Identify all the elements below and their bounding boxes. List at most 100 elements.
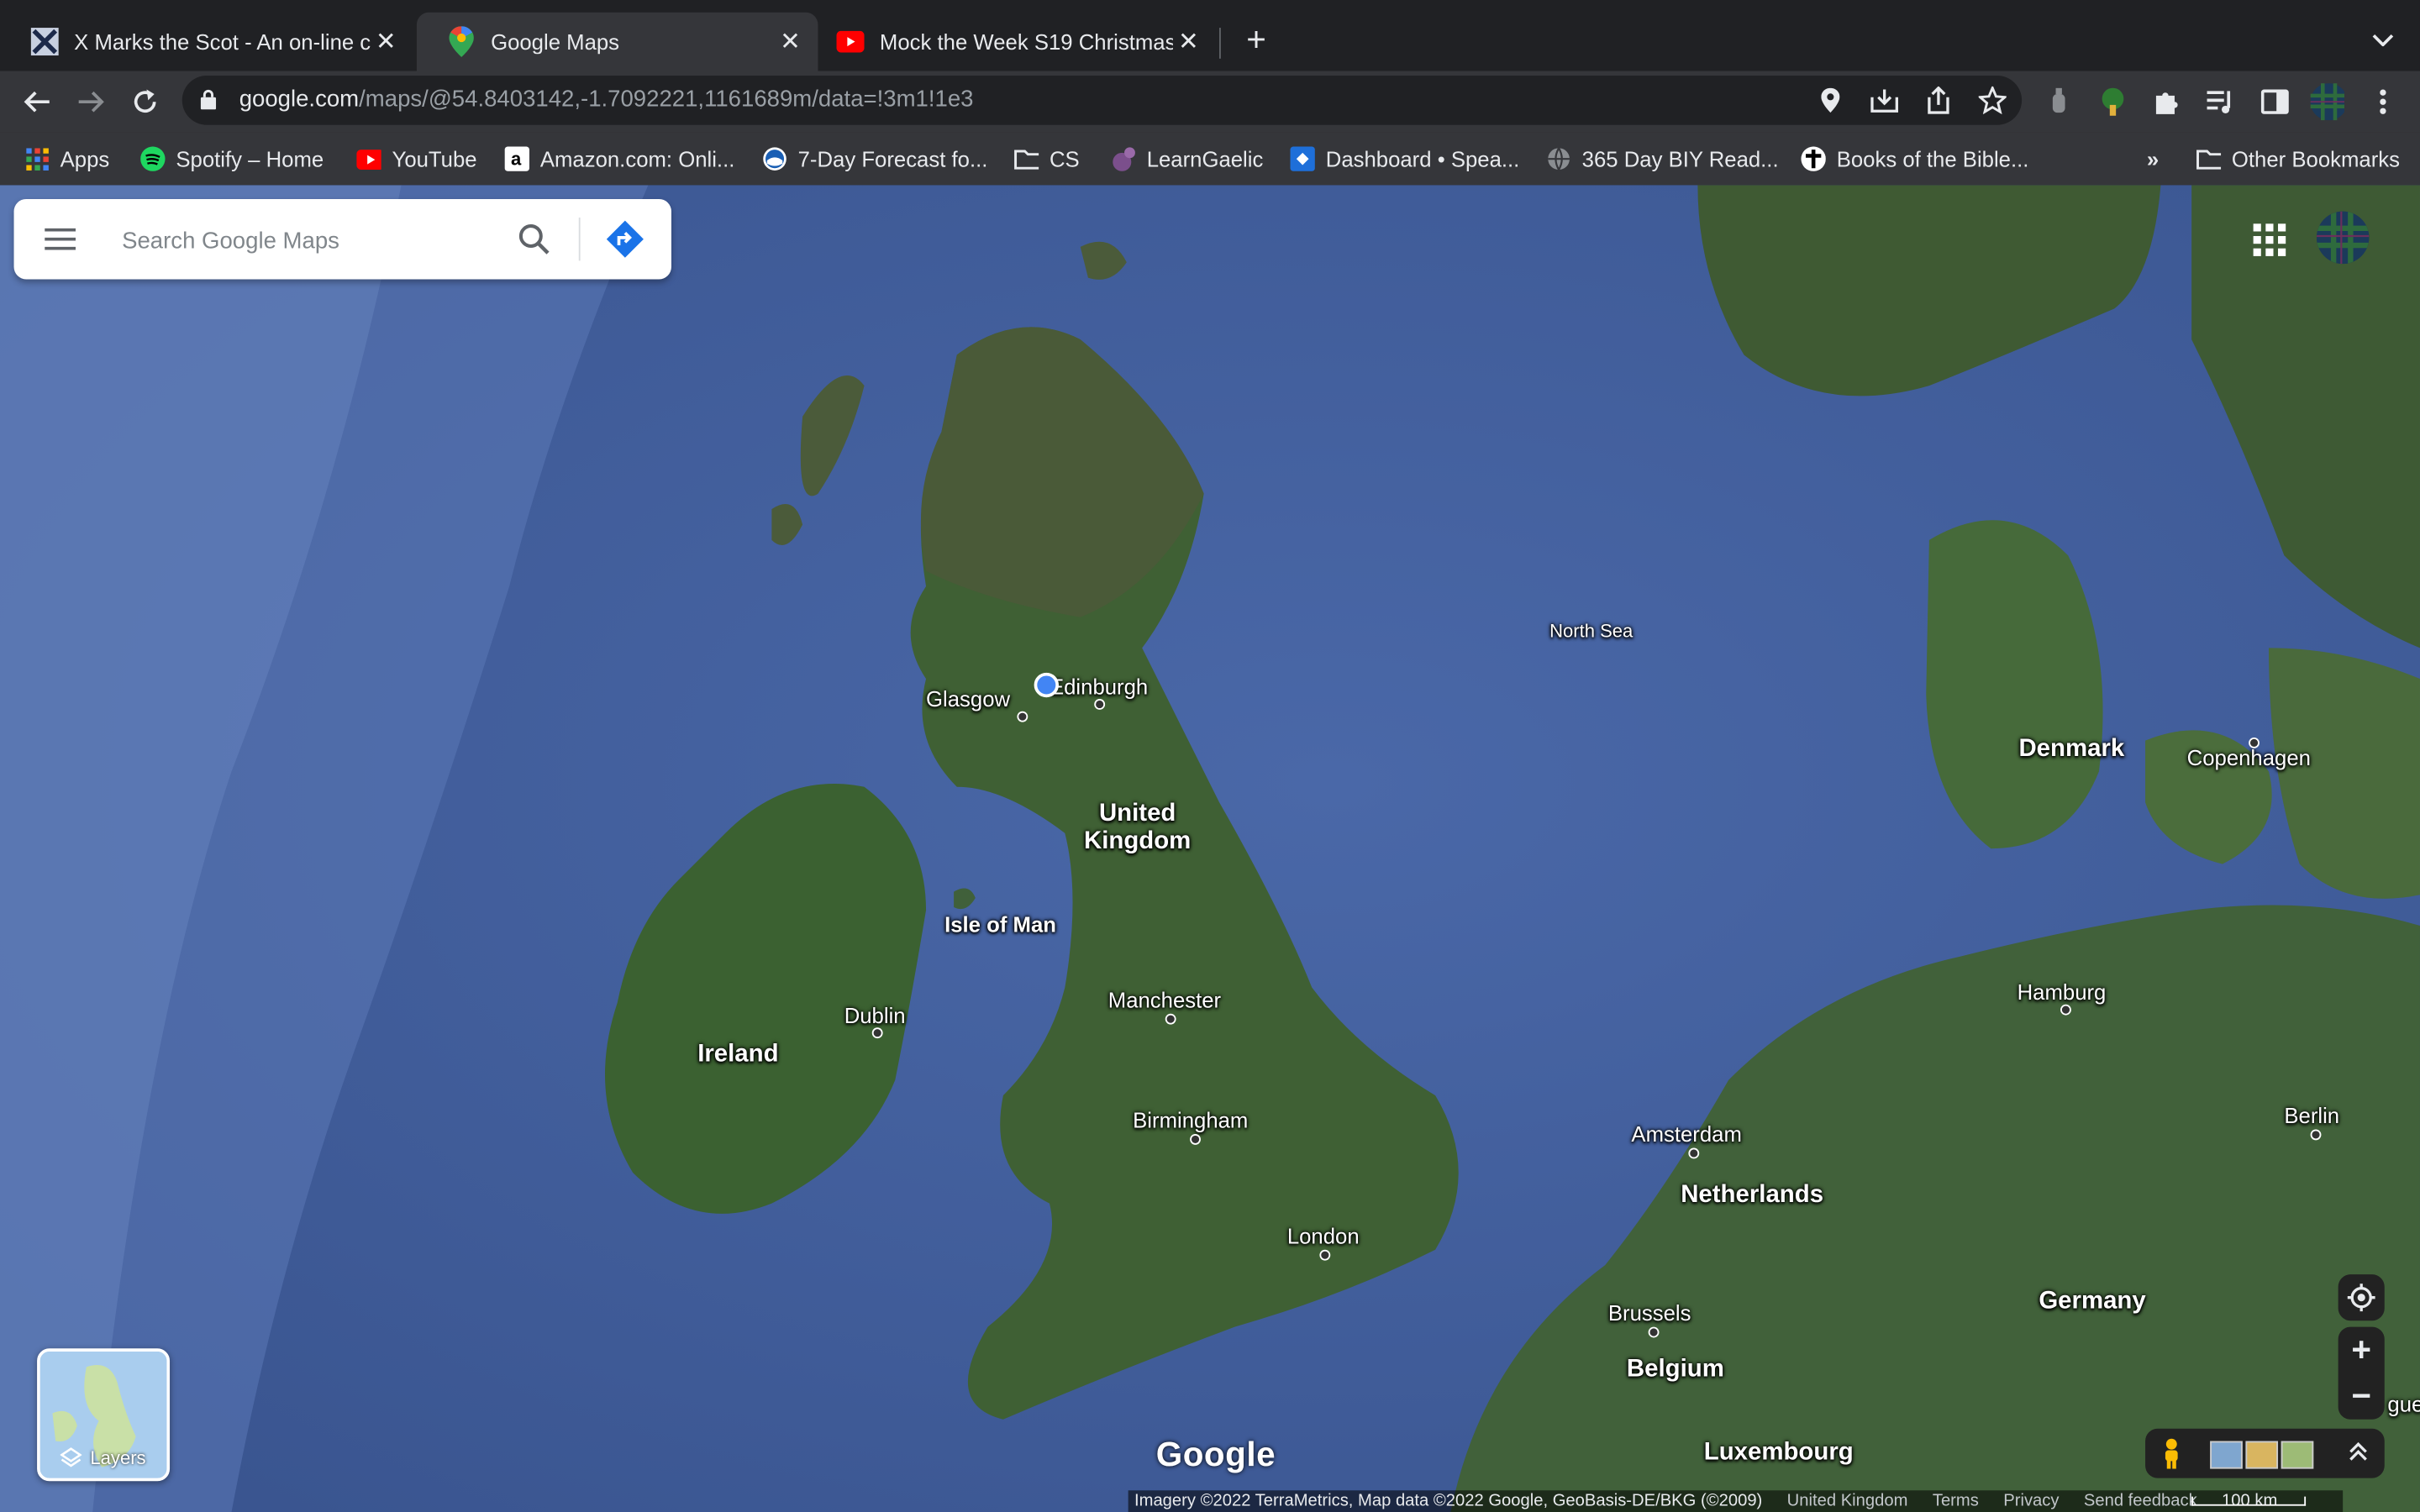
city-label-brussels[interactable]: Brussels bbox=[1608, 1300, 1691, 1325]
amazon-icon: a bbox=[504, 146, 529, 171]
my-location-blue-dot[interactable] bbox=[1034, 672, 1059, 698]
region-link[interactable]: United Kingdom bbox=[1787, 1492, 1908, 1510]
city-label-edinburgh[interactable]: Edinburgh bbox=[1050, 675, 1148, 699]
city-label-copenhagen[interactable]: Copenhagen bbox=[2187, 745, 2311, 769]
hamburger-menu-icon[interactable] bbox=[42, 223, 79, 255]
bookmark-youtube[interactable]: YouTube bbox=[356, 145, 477, 173]
location-pin-icon[interactable] bbox=[1815, 85, 1846, 116]
tab-mock-the-week[interactable]: Mock the Week S19 Christmas ✕ bbox=[806, 13, 1217, 71]
new-tab-icon[interactable]: + bbox=[1238, 20, 1275, 59]
bookmark-star-icon[interactable] bbox=[1977, 85, 2008, 116]
bookmark-books-of-bible[interactable]: Books of the Bible... bbox=[1801, 145, 2028, 173]
bookmark-forecast[interactable]: 7-Day Forecast fo... bbox=[762, 145, 987, 173]
thumbnail-satellite[interactable] bbox=[2210, 1441, 2243, 1469]
lock-icon[interactable] bbox=[200, 89, 217, 118]
terms-link[interactable]: Terms bbox=[1933, 1492, 1979, 1510]
bookmark-spotify[interactable]: Spotify – Home bbox=[140, 145, 324, 173]
directions-icon[interactable] bbox=[605, 219, 645, 260]
city-marker-glasgow[interactable] bbox=[1017, 711, 1028, 722]
back-arrow-icon[interactable] bbox=[15, 81, 58, 123]
account-avatar[interactable] bbox=[2316, 211, 2370, 265]
pegman-icon[interactable] bbox=[2160, 1438, 2182, 1477]
country-label-belgium[interactable]: Belgium bbox=[1627, 1356, 1724, 1383]
city-marker-hamburg[interactable] bbox=[2060, 1004, 2071, 1016]
city-label-amsterdam[interactable]: Amsterdam bbox=[1631, 1121, 1741, 1146]
bookmark-amazon[interactable]: a Amazon.com: Onli... bbox=[504, 145, 734, 173]
city-marker-birmingham[interactable] bbox=[1190, 1133, 1201, 1145]
map-canvas[interactable]: Glasgow Edinburgh United Kingdom Isle of… bbox=[0, 185, 2420, 1512]
close-tab-icon[interactable]: ✕ bbox=[371, 26, 402, 57]
google-apps-icon[interactable] bbox=[2250, 221, 2287, 258]
crosshair-icon bbox=[2347, 1284, 2375, 1312]
place-label-edge[interactable]: gue bbox=[2387, 1392, 2420, 1416]
tab-title: Mock the Week S19 Christmas bbox=[879, 29, 1173, 55]
more-menu-icon[interactable] bbox=[2366, 85, 2400, 118]
country-label-united-kingdom[interactable]: United Kingdom bbox=[1076, 801, 1199, 856]
layers-button[interactable]: Layers bbox=[37, 1348, 171, 1482]
bookmark-other-bookmarks[interactable]: Other Bookmarks bbox=[2196, 145, 2400, 173]
bookmark-dashboard[interactable]: Dashboard • Spea... bbox=[1290, 145, 1519, 173]
city-label-glasgow[interactable]: Glasgow bbox=[926, 686, 1010, 711]
city-label-birmingham[interactable]: Birmingham bbox=[1133, 1108, 1248, 1132]
extensions-puzzle-icon[interactable] bbox=[2150, 85, 2184, 118]
x-marks-the-scot-icon bbox=[30, 28, 59, 56]
city-marker-edinburgh[interactable] bbox=[1094, 699, 1106, 710]
zoom-in-button[interactable]: + bbox=[2338, 1327, 2385, 1373]
tab-google-maps[interactable]: Google Maps ✕ bbox=[416, 12, 818, 71]
city-label-hamburg[interactable]: Hamburg bbox=[2018, 979, 2107, 1004]
bookmark-apps[interactable]: Apps bbox=[24, 145, 109, 173]
thumbnail-terrain[interactable] bbox=[2245, 1441, 2279, 1469]
bookmark-folder-cs[interactable]: CS bbox=[1014, 145, 1080, 173]
city-marker-copenhagen[interactable] bbox=[2249, 737, 2260, 748]
country-label-netherlands[interactable]: Netherlands bbox=[1681, 1182, 1823, 1210]
place-label-isle-of-man[interactable]: Isle of Man bbox=[944, 912, 1056, 937]
city-label-manchester[interactable]: Manchester bbox=[1108, 988, 1221, 1012]
city-marker-amsterdam[interactable] bbox=[1688, 1147, 1700, 1159]
city-marker-manchester[interactable] bbox=[1165, 1013, 1176, 1025]
close-tab-icon[interactable]: ✕ bbox=[775, 26, 806, 57]
bookmark-365-day[interactable]: 365 Day BIY Read... bbox=[1546, 145, 1779, 173]
tab-x-marks-the-scot[interactable]: X Marks the Scot - An on-line c ✕ bbox=[0, 13, 413, 71]
city-marker-dublin[interactable] bbox=[871, 1027, 883, 1039]
country-label-germany[interactable]: Germany bbox=[2039, 1289, 2145, 1316]
side-panel-icon[interactable] bbox=[2258, 85, 2291, 118]
city-label-london[interactable]: London bbox=[1287, 1224, 1360, 1248]
chevron-up-icon[interactable] bbox=[2349, 1441, 2368, 1471]
bookmark-label: 365 Day BIY Read... bbox=[1581, 146, 1779, 171]
country-label-ireland[interactable]: Ireland bbox=[697, 1042, 778, 1069]
tab-divider bbox=[1219, 28, 1221, 59]
zoom-out-button[interactable]: − bbox=[2338, 1373, 2385, 1420]
extension-tree-icon[interactable] bbox=[2096, 85, 2129, 118]
privacy-link[interactable]: Privacy bbox=[2003, 1492, 2059, 1510]
city-marker-berlin[interactable] bbox=[2310, 1129, 2322, 1141]
bookmark-learngaelic[interactable]: LearnGaelic bbox=[1111, 145, 1263, 173]
google-maps-pin-icon bbox=[448, 26, 476, 57]
bookmarks-overflow-button[interactable]: » bbox=[2147, 145, 2159, 173]
country-label-luxembourg[interactable]: Luxembourg bbox=[1704, 1440, 1854, 1467]
search-icon[interactable] bbox=[515, 221, 552, 258]
sea-label-north-sea[interactable]: North Sea bbox=[1549, 620, 1633, 642]
search-input[interactable] bbox=[118, 220, 511, 261]
layers-stack-icon bbox=[60, 1447, 83, 1467]
tab-title: X Marks the Scot - An on-line c bbox=[74, 29, 371, 55]
media-control-icon[interactable] bbox=[2204, 85, 2238, 118]
thumbnail-map[interactable] bbox=[2281, 1441, 2314, 1469]
chevron-down-icon[interactable] bbox=[2365, 22, 2402, 59]
close-tab-icon[interactable]: ✕ bbox=[1173, 26, 1204, 57]
forward-arrow-icon[interactable] bbox=[70, 81, 113, 123]
extension-lantern-icon[interactable] bbox=[2042, 85, 2075, 118]
share-icon[interactable] bbox=[1923, 85, 1954, 116]
my-location-button[interactable] bbox=[2338, 1274, 2385, 1321]
address-bar[interactable]: google.com/maps/@54.8403142,-1.7092221,1… bbox=[182, 75, 2023, 125]
city-label-dublin[interactable]: Dublin bbox=[844, 1003, 906, 1027]
country-label-denmark[interactable]: Denmark bbox=[2018, 736, 2124, 764]
google-logo: Google bbox=[1155, 1435, 1276, 1474]
reload-icon[interactable] bbox=[124, 81, 166, 123]
city-label-berlin[interactable]: Berlin bbox=[2284, 1103, 2339, 1127]
city-marker-brussels[interactable] bbox=[1648, 1326, 1660, 1338]
send-feedback-link[interactable]: Send feedback bbox=[2084, 1492, 2197, 1510]
city-marker-london[interactable] bbox=[1319, 1249, 1331, 1261]
tab-title: Google Maps bbox=[491, 29, 620, 55]
profile-avatar-icon[interactable] bbox=[2310, 83, 2344, 121]
install-app-icon[interactable] bbox=[1869, 85, 1900, 116]
